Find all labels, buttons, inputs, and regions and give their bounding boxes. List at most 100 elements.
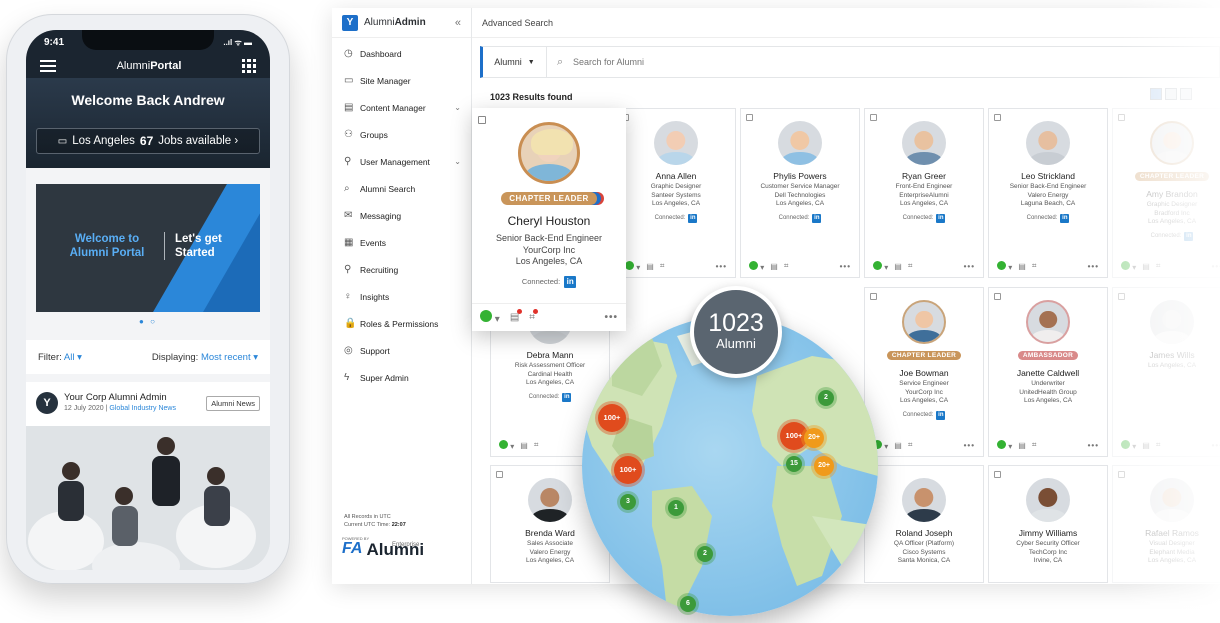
notes-icon[interactable]: ▤ bbox=[1018, 441, 1026, 450]
select-checkbox[interactable] bbox=[1118, 114, 1125, 121]
select-checkbox[interactable] bbox=[870, 293, 877, 300]
more-options-icon[interactable]: ••• bbox=[716, 262, 727, 271]
display-control[interactable]: Displaying: Most recent ▾ bbox=[152, 352, 258, 363]
notes-icon[interactable]: ▤ bbox=[510, 309, 523, 323]
alumni-card[interactable]: James Wills Los Angeles, CA ▾ ▤ ⌗ ••• bbox=[1112, 287, 1220, 457]
sidebar-item-insights[interactable]: ♀ Insights bbox=[332, 283, 471, 310]
status-dropdown[interactable]: ▾ bbox=[997, 439, 1012, 451]
more-options-icon[interactable]: ••• bbox=[1212, 441, 1220, 450]
map-cluster-marker[interactable]: 15 bbox=[786, 456, 802, 472]
status-dropdown[interactable]: ▾ bbox=[1121, 260, 1136, 272]
alumni-card[interactable]: Roland Joseph QA Officer (Platform) Cisco … bbox=[864, 465, 984, 583]
alumni-card[interactable]: Ryan Greer Front-End Engineer EnterpriseAl… bbox=[864, 108, 984, 278]
sidebar-item-messaging[interactable]: ✉ Messaging bbox=[332, 202, 471, 229]
alumni-card[interactable]: CHAPTER LEADER Amy Brandon Graphic Designe… bbox=[1112, 108, 1220, 278]
view-toggle[interactable] bbox=[1150, 88, 1192, 100]
status-dropdown[interactable]: ▾ bbox=[480, 310, 500, 325]
notes-icon[interactable]: ▤ bbox=[770, 262, 778, 271]
sidebar-item-recruiting[interactable]: ⚲ Recruiting bbox=[332, 256, 471, 283]
search-input[interactable] bbox=[547, 47, 1219, 77]
notes-icon[interactable]: ▤ bbox=[1018, 262, 1026, 271]
notes-icon[interactable]: ▤ bbox=[1142, 441, 1150, 450]
carousel-dots[interactable]: ● ○ bbox=[26, 317, 270, 326]
status-dropdown[interactable]: ▾ bbox=[749, 260, 764, 272]
map-cluster-marker[interactable]: 20+ bbox=[814, 456, 834, 476]
filter-control[interactable]: Filter: All ▾ bbox=[38, 352, 82, 363]
map-cluster-marker[interactable]: 100+ bbox=[598, 404, 626, 432]
sidebar-item-super-admin[interactable]: ϟ Super Admin bbox=[332, 364, 471, 391]
tag-icon[interactable]: ⌗ bbox=[660, 261, 665, 271]
select-checkbox[interactable] bbox=[994, 114, 1001, 121]
notes-icon[interactable]: ▤ bbox=[1142, 262, 1150, 271]
status-dropdown[interactable]: ▾ bbox=[997, 260, 1012, 272]
tag-icon[interactable]: ⌗ bbox=[1032, 440, 1037, 450]
collapse-sidebar-icon[interactable]: « bbox=[455, 17, 461, 29]
linkedin-icon[interactable]: in bbox=[936, 410, 946, 420]
more-options-icon[interactable]: ••• bbox=[840, 262, 851, 271]
tag-icon[interactable]: ⌗ bbox=[534, 440, 539, 450]
map-cluster-marker[interactable]: 100+ bbox=[614, 456, 642, 484]
alumni-card[interactable]: Phylis Powers Customer Service Manager Del… bbox=[740, 108, 860, 278]
alumni-name[interactable]: Debra Mann bbox=[491, 350, 609, 360]
alumni-card[interactable]: Leo Strickland Senior Back-End Engineer Va… bbox=[988, 108, 1108, 278]
linkedin-icon[interactable]: in bbox=[688, 213, 698, 223]
alumni-name[interactable]: Rafael Ramos bbox=[1113, 528, 1220, 538]
status-dropdown[interactable]: ▾ bbox=[873, 260, 888, 272]
sidebar-item-user-management[interactable]: ⚲ User Management ⌄ bbox=[332, 148, 471, 175]
alumni-name[interactable]: Janette Caldwell bbox=[989, 368, 1107, 378]
alumni-card[interactable]: Rafael Ramos Visual Designer Elephant Medi… bbox=[1112, 465, 1220, 583]
sidebar-item-dashboard[interactable]: ◷ Dashboard bbox=[332, 40, 471, 67]
tag-icon[interactable]: ⌗ bbox=[908, 440, 913, 450]
list-view-icon[interactable] bbox=[1165, 88, 1177, 100]
more-options-icon[interactable]: ••• bbox=[1212, 262, 1220, 271]
sidebar-item-support[interactable]: ◎ Support bbox=[332, 337, 471, 364]
map-cluster-marker[interactable]: 3 bbox=[620, 494, 636, 510]
alumni-name[interactable]: Amy Brandon bbox=[1113, 189, 1220, 199]
more-options-icon[interactable]: ••• bbox=[964, 441, 975, 450]
sidebar-item-groups[interactable]: ⚇ Groups bbox=[332, 121, 471, 148]
tag-icon[interactable]: ⌗ bbox=[529, 309, 538, 323]
post-category[interactable]: Global Industry News bbox=[109, 405, 176, 412]
alumni-name[interactable]: Anna Allen bbox=[617, 171, 735, 181]
select-checkbox[interactable] bbox=[496, 471, 503, 478]
alumni-card[interactable]: Jimmy Williams Cyber Security Officer Tech… bbox=[988, 465, 1108, 583]
linkedin-icon[interactable]: in bbox=[564, 275, 577, 288]
menu-icon[interactable] bbox=[40, 60, 56, 72]
alumni-name[interactable]: Ryan Greer bbox=[865, 171, 983, 181]
tag-icon[interactable]: ⌗ bbox=[1032, 261, 1037, 271]
chevron-down-icon[interactable]: ⌄ bbox=[454, 157, 461, 166]
alumni-card[interactable]: CHAPTER LEADER Joe Bowman Service Engineer… bbox=[864, 287, 984, 457]
linkedin-icon[interactable]: in bbox=[936, 213, 946, 223]
notes-icon[interactable]: ▤ bbox=[894, 441, 902, 450]
sidebar-item-roles-permissions[interactable]: 🔒 Roles & Permissions bbox=[332, 310, 471, 337]
more-options-icon[interactable]: ••• bbox=[1088, 441, 1099, 450]
select-checkbox[interactable] bbox=[1118, 293, 1125, 300]
sidebar-item-alumni-search[interactable]: ⌕ Alumni Search bbox=[332, 175, 471, 202]
tag-icon[interactable]: ⌗ bbox=[784, 261, 789, 271]
map-cluster-marker[interactable]: 20+ bbox=[804, 428, 824, 448]
alumni-name[interactable]: Joe Bowman bbox=[865, 368, 983, 378]
tag-icon[interactable]: ⌗ bbox=[908, 261, 913, 271]
table-view-icon[interactable] bbox=[1180, 88, 1192, 100]
grid-view-icon[interactable] bbox=[1150, 88, 1162, 100]
alumni-name[interactable]: Cheryl Houston bbox=[472, 214, 626, 228]
welcome-banner[interactable]: Welcome to Alumni Portal Let's get Start… bbox=[36, 184, 260, 312]
alumni-name[interactable]: Roland Joseph bbox=[865, 528, 983, 538]
chevron-down-icon[interactable]: ⌄ bbox=[454, 103, 461, 112]
status-dropdown[interactable]: ▾ bbox=[625, 260, 640, 272]
alumni-name[interactable]: Phylis Powers bbox=[741, 171, 859, 181]
select-checkbox[interactable] bbox=[870, 114, 877, 121]
select-checkbox[interactable] bbox=[746, 114, 753, 121]
search-scope-dropdown[interactable]: Alumni ▼ bbox=[483, 47, 547, 77]
apps-grid-icon[interactable] bbox=[242, 59, 256, 73]
tag-icon[interactable]: ⌗ bbox=[1156, 440, 1161, 450]
linkedin-icon[interactable]: in bbox=[562, 392, 572, 402]
linkedin-icon[interactable]: in bbox=[1060, 213, 1070, 223]
alumni-name[interactable]: Jimmy Williams bbox=[989, 528, 1107, 538]
more-options-icon[interactable]: ••• bbox=[604, 312, 618, 323]
tag-icon[interactable]: ⌗ bbox=[1156, 261, 1161, 271]
sidebar-item-site-manager[interactable]: ▭ Site Manager bbox=[332, 67, 471, 94]
sidebar-item-content-manager[interactable]: ▤ Content Manager ⌄ bbox=[332, 94, 471, 121]
alumni-card-highlight[interactable]: CHAPTER LEADER Cheryl Houston Senior Bac… bbox=[472, 108, 626, 331]
more-options-icon[interactable]: ••• bbox=[1088, 262, 1099, 271]
